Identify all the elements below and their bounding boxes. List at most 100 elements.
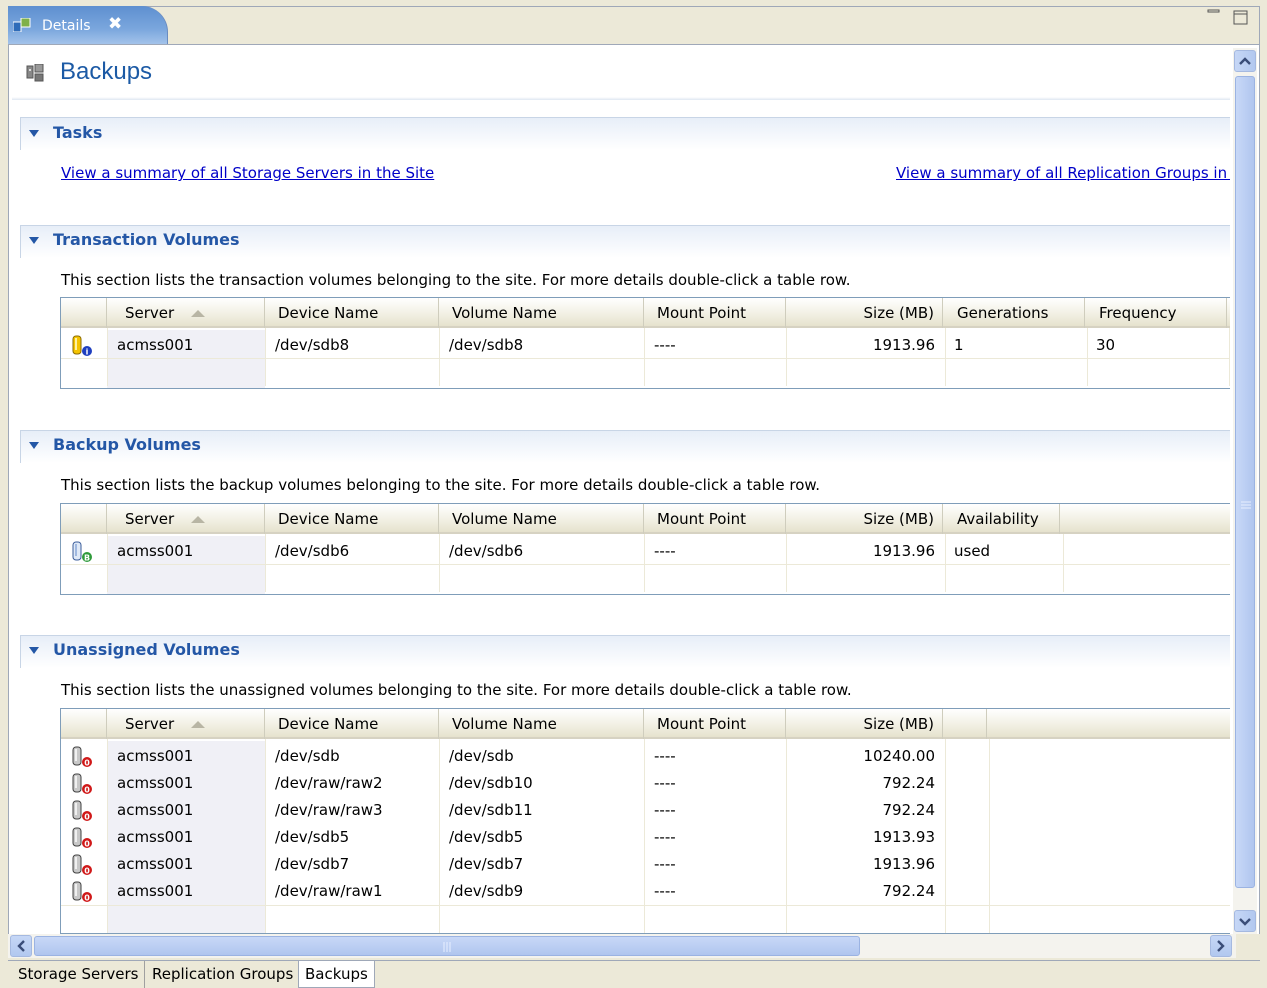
svg-text:0: 0 <box>84 840 90 849</box>
transaction-volumes-table[interactable]: Server Device Name Volume Name Mount Poi… <box>60 297 1230 389</box>
cell-volume-name: /dev/sdb5 <box>449 828 524 846</box>
table-row[interactable]: 0 acmss001 /dev/sdb /dev/sdb ---- 10240.… <box>61 743 1230 770</box>
column-header-mount-point[interactable]: Mount Point <box>644 504 786 534</box>
column-header-mount-point[interactable]: Mount Point <box>644 298 786 328</box>
scroll-right-button[interactable] <box>1210 935 1232 957</box>
chevron-up-icon <box>1239 57 1251 65</box>
column-header-frequency[interactable]: Frequency <box>1085 298 1227 328</box>
column-header-device-name[interactable]: Device Name <box>265 709 439 739</box>
cell-server: acmss001 <box>117 882 194 900</box>
cell-mount-point: ---- <box>654 542 676 560</box>
link-replication-groups-summary[interactable]: View a summary of all Replication Groups… <box>896 164 1230 182</box>
horizontal-scrollbar[interactable] <box>8 934 1236 958</box>
scroll-left-button[interactable] <box>10 935 32 957</box>
cell-device-name: /dev/sdb7 <box>275 855 350 873</box>
cell-volume-name: /dev/sdb7 <box>449 855 524 873</box>
cell-device-name: /dev/raw/raw1 <box>275 882 383 900</box>
column-header-mount-point[interactable]: Mount Point <box>644 709 786 739</box>
minimize-icon[interactable] <box>1207 6 1220 20</box>
column-header-icon[interactable] <box>61 298 107 328</box>
cell-size: 1913.96 <box>872 855 935 873</box>
column-header-size[interactable]: Size (MB) <box>786 504 943 534</box>
tab-replication-groups[interactable]: Replication Groups <box>146 961 301 988</box>
collapse-triangle-icon[interactable] <box>29 647 39 654</box>
vertical-scroll-thumb[interactable] <box>1235 76 1255 888</box>
cell-server: acmss001 <box>117 336 194 354</box>
cell-volume-name: /dev/sdb <box>449 747 514 765</box>
volume-error-icon: 0 <box>72 827 92 849</box>
vertical-scrollbar[interactable] <box>1233 48 1257 935</box>
maximize-icon[interactable] <box>1233 10 1248 25</box>
table-row[interactable]: 0 acmss001 /dev/raw/raw3 /dev/sdb11 ----… <box>61 797 1230 824</box>
column-header-empty[interactable] <box>943 709 987 739</box>
collapse-triangle-icon[interactable] <box>29 237 39 244</box>
column-header-volume-name[interactable]: Volume Name <box>439 298 644 328</box>
svg-text:0: 0 <box>84 759 90 768</box>
details-view-icon <box>13 18 31 32</box>
column-header-server[interactable]: Server <box>107 298 265 328</box>
cell-device-name: /dev/sdb5 <box>275 828 350 846</box>
tab-storage-servers[interactable]: Storage Servers <box>12 961 146 988</box>
cell-volume-name: /dev/sdb10 <box>449 774 533 792</box>
column-header-volume-name[interactable]: Volume Name <box>439 709 644 739</box>
column-header-device-name[interactable]: Device Name <box>265 504 439 534</box>
tab-details-label: Details <box>42 18 91 34</box>
volume-error-icon: 0 <box>72 854 92 876</box>
svg-text:0: 0 <box>84 867 90 876</box>
volume-error-icon: 0 <box>72 800 92 822</box>
svg-text:B: B <box>84 554 90 563</box>
backup-volumes-table[interactable]: Server Device Name Volume Name Mount Poi… <box>60 503 1230 595</box>
cell-mount-point: ---- <box>654 828 676 846</box>
column-header-device-name[interactable]: Device Name <box>265 298 439 328</box>
cell-volume-name: /dev/sdb8 <box>449 336 524 354</box>
cell-device-name: /dev/sdb <box>275 747 340 765</box>
column-header-generations[interactable]: Generations <box>943 298 1085 328</box>
volume-backup-icon: B <box>72 541 92 563</box>
column-header-volume-name[interactable]: Volume Name <box>439 504 644 534</box>
header-divider <box>12 97 1230 100</box>
unassigned-volumes-table[interactable]: Server Device Name Volume Name Mount Poi… <box>60 708 1230 934</box>
svg-text:i: i <box>86 348 89 357</box>
link-storage-servers-summary[interactable]: View a summary of all Storage Servers in… <box>61 164 434 182</box>
cell-size: 1913.96 <box>872 542 935 560</box>
table-header: Server Device Name Volume Name Mount Poi… <box>61 709 1230 739</box>
scroll-up-button[interactable] <box>1234 50 1256 72</box>
collapse-triangle-icon[interactable] <box>29 442 39 449</box>
chevron-left-icon <box>17 940 25 952</box>
table-header: Server Device Name Volume Name Mount Poi… <box>61 504 1230 534</box>
sort-ascending-icon <box>191 516 205 523</box>
column-header-server[interactable]: Server <box>107 504 265 534</box>
column-header-icon[interactable] <box>61 504 107 534</box>
column-header-size[interactable]: Size (MB) <box>786 709 943 739</box>
close-icon[interactable]: ✖ <box>108 14 122 34</box>
section-tasks[interactable] <box>20 117 1230 150</box>
table-row[interactable]: 0 acmss001 /dev/raw/raw1 /dev/sdb9 ---- … <box>61 878 1230 905</box>
volume-error-icon: 0 <box>72 746 92 768</box>
column-header-availability[interactable]: Availability <box>943 504 1060 534</box>
cell-volume-name: /dev/sdb6 <box>449 542 524 560</box>
section-title-tasks: Tasks <box>53 123 103 142</box>
cell-mount-point: ---- <box>654 336 676 354</box>
table-row[interactable]: 0 acmss001 /dev/raw/raw2 /dev/sdb10 ----… <box>61 770 1230 797</box>
cell-volume-name: /dev/sdb9 <box>449 882 524 900</box>
tab-backups[interactable]: Backups <box>298 961 375 988</box>
volume-error-icon: 0 <box>72 881 92 903</box>
section-backup-volumes[interactable] <box>20 430 1230 463</box>
page-tab-bar: Storage Servers Replication Groups Backu… <box>8 960 1260 988</box>
view-tab-bar <box>8 6 1260 46</box>
table-row[interactable]: 0 acmss001 /dev/sdb5 /dev/sdb5 ---- 1913… <box>61 824 1230 851</box>
table-row[interactable]: B acmss001 /dev/sdb6 /dev/sdb6 ---- 1913… <box>61 538 1230 565</box>
column-header-size[interactable]: Size (MB) <box>786 298 943 328</box>
column-header-server[interactable]: Server <box>107 709 265 739</box>
cell-server: acmss001 <box>117 747 194 765</box>
collapse-triangle-icon[interactable] <box>29 130 39 137</box>
table-row[interactable]: 0 acmss001 /dev/sdb7 /dev/sdb7 ---- 1913… <box>61 851 1230 878</box>
column-header-icon[interactable] <box>61 709 107 739</box>
svg-text:0: 0 <box>84 786 90 795</box>
table-row[interactable]: i acmss001 /dev/sdb8 /dev/sdb8 ---- 1913… <box>61 332 1230 359</box>
scroll-down-button[interactable] <box>1234 910 1256 932</box>
horizontal-scroll-thumb[interactable] <box>34 936 860 956</box>
cell-mount-point: ---- <box>654 801 676 819</box>
section-title-unassigned: Unassigned Volumes <box>53 640 240 659</box>
sort-ascending-icon <box>191 721 205 728</box>
